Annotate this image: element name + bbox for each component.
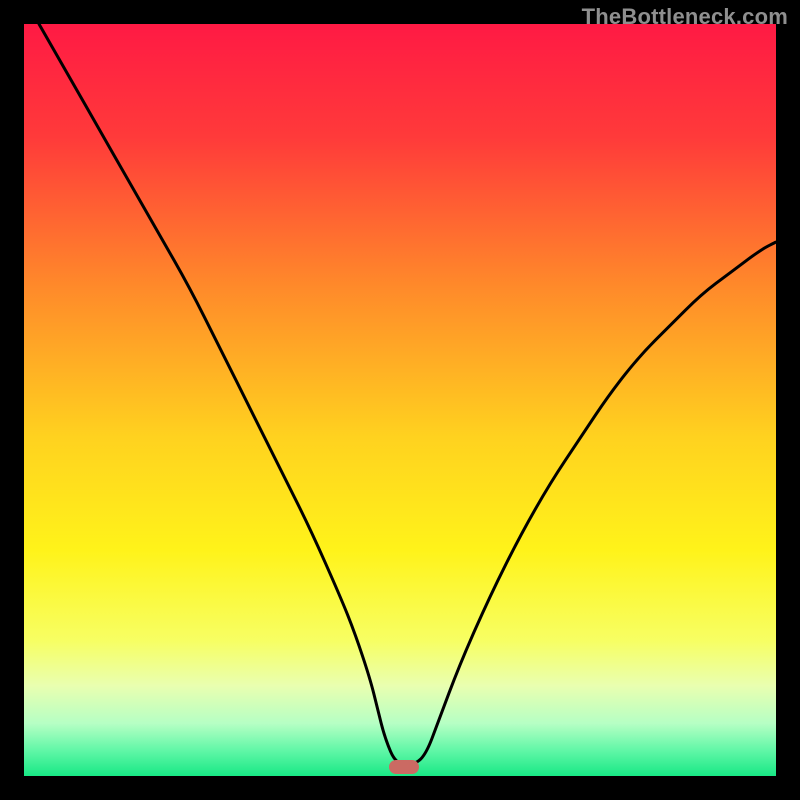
gradient-background	[24, 24, 776, 776]
watermark-text: TheBottleneck.com	[582, 4, 788, 30]
plot-area	[24, 24, 776, 776]
plot-svg	[24, 24, 776, 776]
chart-frame: TheBottleneck.com	[0, 0, 800, 800]
optimal-marker	[389, 760, 419, 774]
